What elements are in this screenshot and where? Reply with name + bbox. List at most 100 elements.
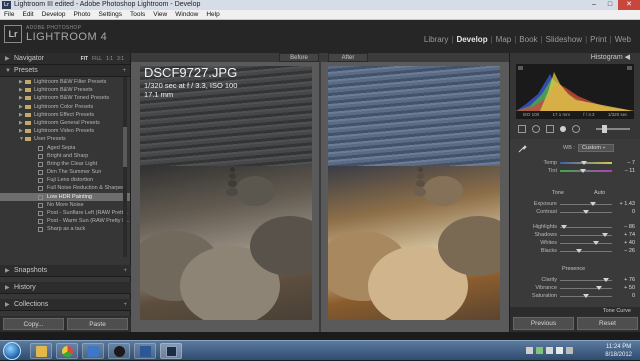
collections-header[interactable]: ▶ Collections + [0,299,131,311]
wb-select[interactable]: Custom ÷ [578,144,614,152]
presets-scrollbar[interactable] [123,77,127,257]
slider-knob[interactable] [590,202,597,206]
slider-value[interactable]: 0 [615,208,635,216]
before-photo[interactable] [140,66,312,320]
slider-knob[interactable] [583,210,589,214]
graduated-filter-icon[interactable] [560,125,566,132]
slider-exposure[interactable]: Exposure + 1.43 [510,200,640,208]
slider-value[interactable]: + 50 [615,284,635,292]
slider-contrast[interactable]: Contrast 0 [510,208,640,216]
slider-knob[interactable] [602,278,609,282]
slider-value[interactable]: – 86 [615,223,635,231]
slider-shadows[interactable]: Shadows + 74 [510,231,640,239]
slider-knob[interactable] [579,169,586,173]
after-photo[interactable] [328,66,500,320]
preset-item[interactable]: Sharp as a tack [0,225,130,233]
slider-knob[interactable] [583,294,589,298]
preset-folder[interactable]: ▶ Lightroom Effect Presets [0,111,130,119]
slider-vibrance[interactable]: Vibrance + 50 [510,284,640,292]
network-icon[interactable] [546,347,553,354]
spot-removal-icon[interactable] [532,124,540,133]
slider-clarity[interactable]: Clarity + 76 [510,276,640,284]
add-collection-button[interactable]: + [123,299,127,311]
module-print[interactable]: Print [587,35,609,44]
module-map[interactable]: Map [493,35,515,44]
preset-folder[interactable]: ▶ Lightroom Video Presets [0,127,130,135]
tray-icon[interactable] [526,347,533,354]
zoom-fit[interactable]: FIT [79,53,91,65]
zoom-3-1[interactable]: 3:1 [115,53,126,65]
taskbar-media-player[interactable] [82,343,104,359]
histogram-header[interactable]: Histogram ◀ [510,53,640,63]
histogram[interactable] [516,64,634,111]
add-snapshot-button[interactable]: + [123,265,127,277]
menu-file[interactable]: File [0,10,18,19]
slider-knob[interactable] [580,161,587,165]
slider-value[interactable]: + 1.43 [615,200,635,208]
preset-item[interactable]: Bring the Clear Light [0,160,130,168]
menu-tools[interactable]: Tools [126,10,149,19]
slider-blacks[interactable]: Blacks – 26 [510,247,640,255]
slider-track[interactable] [560,251,612,252]
snapshots-header[interactable]: ▶ Snapshots + [0,265,131,277]
tray-icon[interactable] [536,347,543,354]
menu-window[interactable]: Window [171,10,202,19]
zoom-fill[interactable]: FILL [90,53,104,65]
menu-view[interactable]: View [149,10,171,19]
minimize-button[interactable]: – [586,0,602,10]
white-balance-eyedropper-icon[interactable] [518,144,527,153]
slider-value[interactable]: + 40 [615,239,635,247]
slider-temp[interactable]: Temp – 7 [510,159,640,167]
slider-knob[interactable] [601,233,608,237]
slider-track[interactable] [560,288,612,289]
adjustment-brush-size[interactable] [596,124,630,133]
red-eye-icon[interactable] [546,124,554,133]
crop-overlay-icon[interactable] [518,124,526,133]
preset-folder[interactable]: ▶ Lightroom B&W Presets [0,86,130,94]
slider-knob[interactable] [596,286,602,290]
radial-filter-icon[interactable] [572,124,580,133]
presets-header[interactable]: ▼ Presets + [0,65,130,77]
clock[interactable]: 11:24 PM 8/18/2012 [605,343,632,359]
reset-button[interactable]: Reset [577,317,638,330]
navigator-header[interactable]: ▶ Navigator FIT FILL 1:1 3:1 [0,53,130,65]
preset-folder[interactable]: ▶ Lightroom B&W Toned Presets [0,94,130,102]
slider-value[interactable]: – 7 [615,159,635,167]
start-button[interactable] [3,342,21,360]
history-header[interactable]: ▶ History [0,282,131,294]
slider-tint[interactable]: Tint – 11 [510,167,640,175]
preset-item[interactable]: Dim The Summer Sun [0,168,130,176]
slider-value[interactable]: + 76 [615,276,635,284]
preset-folder[interactable]: ▼ User Presets [0,135,130,143]
slider-saturation[interactable]: Saturation 0 [510,292,640,300]
previous-button[interactable]: Previous [513,317,574,330]
power-icon[interactable] [566,347,573,354]
preset-item[interactable]: Post - Sunflare Left (RAW Prett... [0,209,130,217]
volume-icon[interactable] [556,347,563,354]
preset-item[interactable]: No More Noise [0,201,130,209]
slider-value[interactable]: – 11 [615,167,635,175]
tone-auto-button[interactable]: Auto [594,190,605,196]
slider-knob[interactable] [593,241,600,245]
module-slideshow[interactable]: Slideshow [543,35,585,44]
menu-edit[interactable]: Edit [18,10,37,19]
slider-knob[interactable] [561,225,568,229]
menu-settings[interactable]: Settings [95,10,127,19]
slider-highlights[interactable]: Highlights – 86 [510,223,640,231]
module-library[interactable]: Library [421,35,451,44]
preset-item[interactable]: Fuji Lens distortion [0,176,130,184]
taskbar-chrome[interactable] [56,343,78,359]
preset-item[interactable]: Aged Sepia [0,144,130,152]
menu-develop[interactable]: Develop [38,10,70,19]
taskbar-app[interactable] [108,343,130,359]
taskbar-lightroom[interactable] [160,343,182,359]
tone-curve-header[interactable]: Tone Curve [510,307,640,315]
module-develop[interactable]: Develop [453,35,490,44]
zoom-1-1[interactable]: 1:1 [104,53,115,65]
slider-value[interactable]: + 74 [615,231,635,239]
preset-item[interactable]: Bright and Sharp [0,152,130,160]
taskbar-folder[interactable] [30,343,52,359]
slider-track[interactable] [560,170,612,172]
slider-track[interactable] [560,243,612,244]
taskbar-word[interactable] [134,343,156,359]
